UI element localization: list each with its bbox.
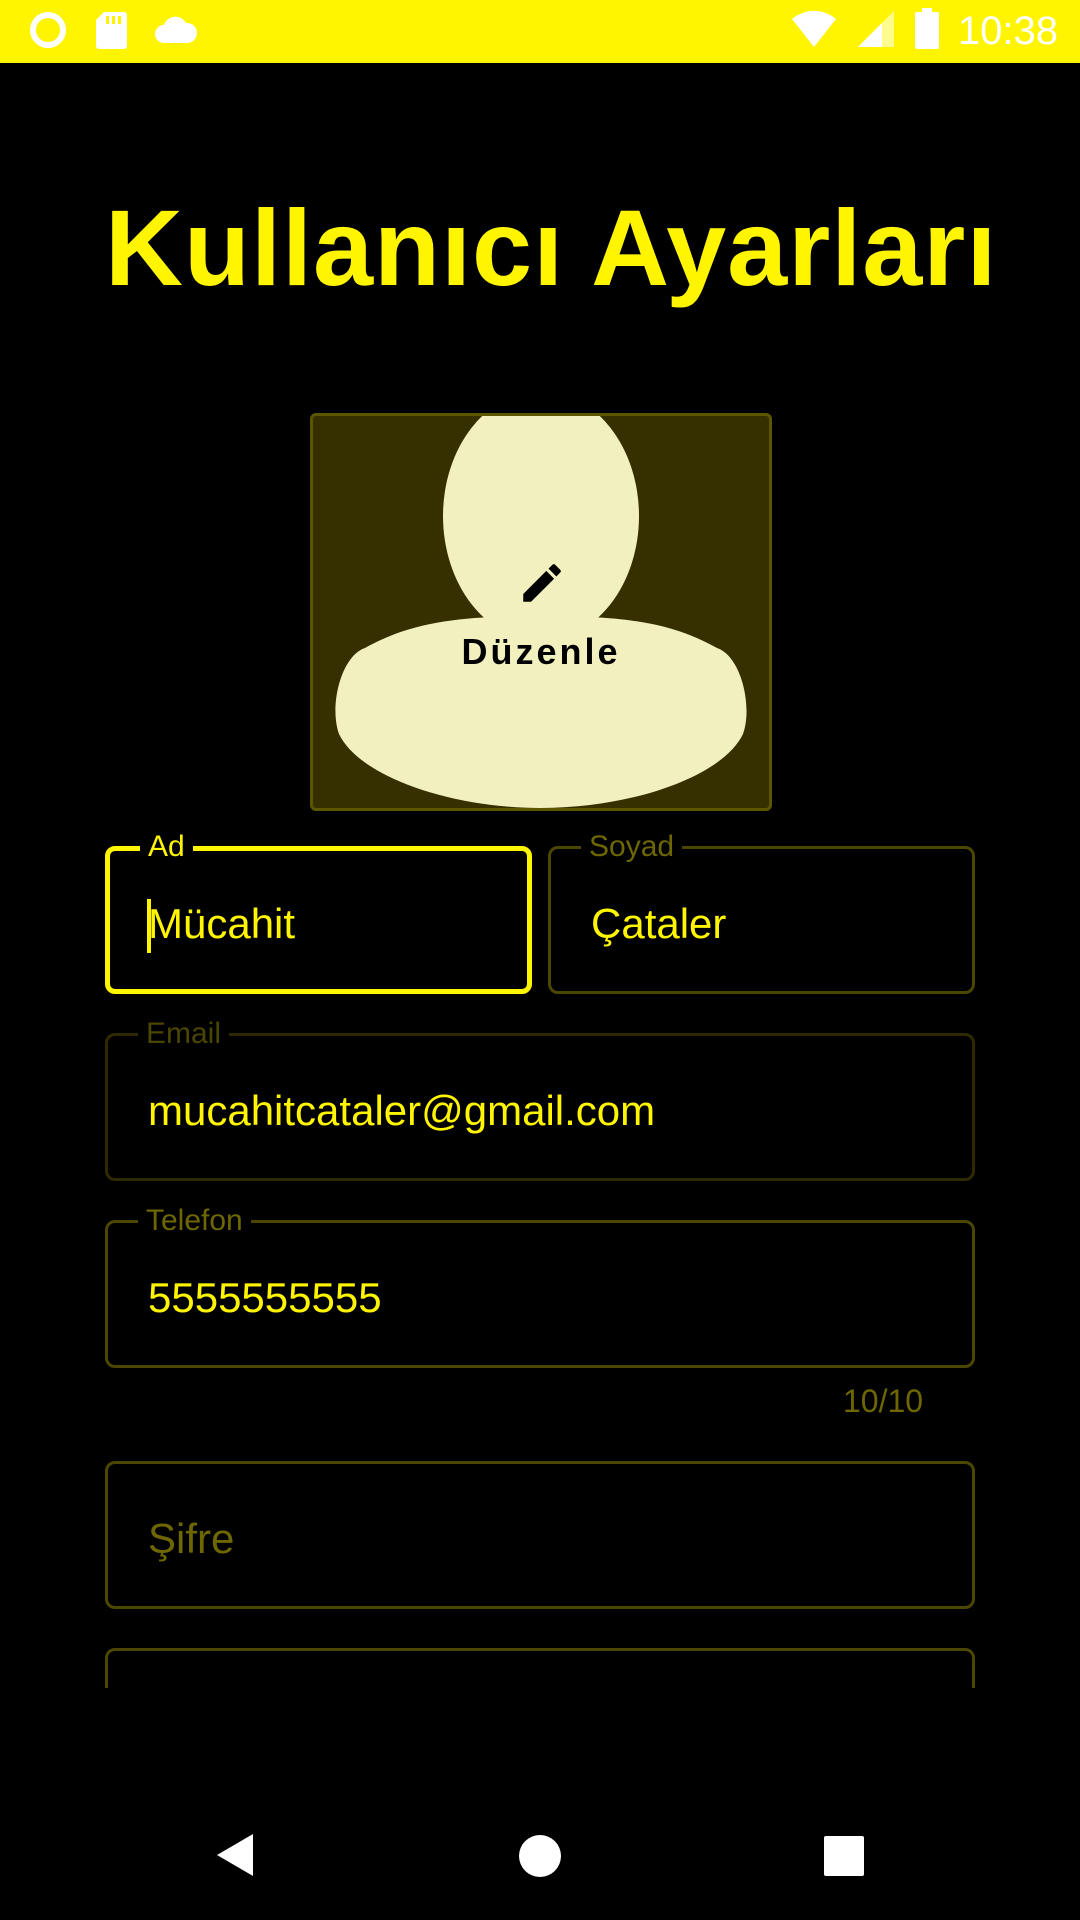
email-field[interactable]: Email mucahitcataler@gmail.com bbox=[105, 1016, 975, 1181]
phone-field[interactable]: Telefon 5555555555 bbox=[105, 1203, 975, 1368]
navigation-bar bbox=[0, 1800, 1080, 1920]
circle-icon bbox=[28, 10, 68, 55]
password-field[interactable]: Şifre bbox=[105, 1461, 975, 1609]
status-right-icons: 10:38 bbox=[790, 0, 1058, 63]
page-title: Kullanıcı Ayarları bbox=[105, 187, 998, 308]
phone-label: Telefon bbox=[138, 1203, 251, 1239]
last-name-label: Soyad bbox=[581, 829, 683, 865]
phone-value: 5555555555 bbox=[148, 1274, 382, 1321]
sd-card-icon bbox=[94, 10, 128, 55]
first-name-value: Mücahit bbox=[148, 900, 296, 947]
pencil-icon bbox=[517, 558, 567, 613]
avatar-edit-button[interactable]: Düzenle bbox=[310, 413, 772, 811]
status-left-icons bbox=[28, 10, 198, 55]
first-name-label: Ad bbox=[140, 829, 193, 865]
email-label: Email bbox=[138, 1016, 230, 1052]
status-time: 10:38 bbox=[957, 9, 1058, 53]
email-value: mucahitcataler@gmail.com bbox=[148, 1087, 656, 1134]
next-field-clip bbox=[0, 1640, 1080, 1688]
first-name-field[interactable]: Ad Mücahit bbox=[105, 829, 532, 994]
password-placeholder: Şifre bbox=[148, 1515, 235, 1562]
password-confirm-field[interactable] bbox=[105, 1648, 975, 1688]
cloud-icon bbox=[154, 15, 198, 50]
last-name-value: Çataler bbox=[591, 900, 727, 947]
edit-label: Düzenle bbox=[461, 631, 621, 672]
battery-icon bbox=[914, 8, 940, 55]
phone-character-counter: 10/10 bbox=[843, 1383, 924, 1419]
status-bar: 10:38 bbox=[0, 0, 1080, 63]
recents-icon[interactable] bbox=[824, 1836, 864, 1881]
wifi-icon bbox=[790, 9, 838, 54]
last-name-field[interactable]: Soyad Çataler bbox=[548, 829, 975, 994]
back-icon[interactable] bbox=[215, 1832, 255, 1883]
signal-icon bbox=[856, 9, 896, 54]
home-icon[interactable] bbox=[518, 1834, 562, 1883]
